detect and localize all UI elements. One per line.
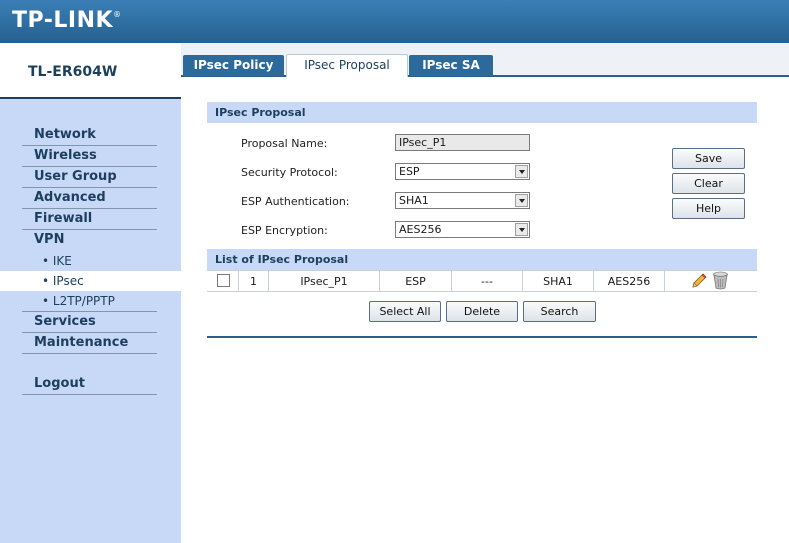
nav-firewall[interactable]: Firewall — [22, 209, 157, 230]
auth-cell: SHA1 — [523, 271, 594, 292]
nav-maintenance[interactable]: Maintenance — [22, 333, 157, 354]
security-protocol-select[interactable]: ESP — [395, 163, 530, 180]
delete-button[interactable]: Delete — [446, 301, 518, 322]
nav-logout[interactable]: Logout — [22, 374, 157, 395]
proposal-name-label: Proposal Name: — [241, 137, 328, 150]
top-banner: TP-LINK® — [0, 0, 789, 43]
nav-network[interactable]: Network — [22, 125, 157, 146]
security-protocol-value: ESP — [399, 165, 420, 178]
protocol-cell: ESP — [380, 271, 452, 292]
tab-ipsec-sa[interactable]: IPsec SA — [409, 55, 493, 76]
esp-auth-label: ESP Authentication: — [241, 195, 350, 208]
table-row: 1 IPsec_P1 ESP --- SHA1 AES256 — [207, 270, 757, 292]
row-checkbox[interactable] — [217, 274, 230, 287]
section-list-ipsec-proposal: List of IPsec Proposal — [207, 249, 757, 270]
nav-wireless[interactable]: Wireless — [22, 146, 157, 167]
name-cell: IPsec_P1 — [269, 271, 380, 292]
nav-sub-l2tp-pptp[interactable]: • L2TP/PPTP — [22, 291, 157, 311]
select-all-button[interactable]: Select All — [369, 301, 441, 322]
proposal-name-field[interactable]: IPsec_P1 — [395, 134, 530, 151]
esp-enc-select[interactable]: AES256 — [395, 221, 530, 238]
nav-sub-ipsec[interactable]: • IPsec — [0, 271, 181, 291]
enc-cell: AES256 — [594, 271, 665, 292]
model-box: TL-ER604W — [0, 43, 181, 99]
security-protocol-label: Security Protocol: — [241, 166, 338, 179]
clear-button[interactable]: Clear — [672, 173, 745, 194]
nav-advanced[interactable]: Advanced — [22, 188, 157, 209]
search-button[interactable]: Search — [523, 301, 596, 322]
section-ipsec-proposal: IPsec Proposal — [207, 102, 757, 123]
actions-cell — [665, 271, 757, 292]
model-name: TL-ER604W — [28, 64, 118, 80]
trash-icon[interactable] — [712, 271, 729, 290]
esp-auth-value: SHA1 — [399, 194, 429, 207]
nav-services[interactable]: Services — [22, 312, 157, 333]
tab-ipsec-policy[interactable]: IPsec Policy — [183, 55, 284, 76]
nav-sub-ike[interactable]: • IKE — [22, 251, 157, 271]
chevron-down-icon[interactable] — [515, 194, 528, 207]
nav-user-group[interactable]: User Group — [22, 167, 157, 188]
esp-auth-select[interactable]: SHA1 — [395, 192, 530, 209]
chevron-down-icon[interactable] — [515, 223, 528, 236]
save-button[interactable]: Save — [672, 148, 745, 169]
tp-link-logo: TP-LINK® — [12, 8, 122, 33]
esp-enc-label: ESP Encryption: — [241, 224, 328, 237]
chevron-down-icon[interactable] — [515, 165, 528, 178]
esp-enc-value: AES256 — [399, 223, 442, 236]
tab-ipsec-proposal[interactable]: IPsec Proposal — [286, 54, 408, 77]
pencil-edit-icon[interactable] — [690, 272, 708, 290]
ah-cell: --- — [452, 271, 523, 292]
index-cell: 1 — [239, 271, 269, 292]
content-bottom-divider — [207, 336, 757, 338]
nav-vpn[interactable]: VPN — [22, 230, 157, 251]
help-button[interactable]: Help — [672, 198, 745, 219]
